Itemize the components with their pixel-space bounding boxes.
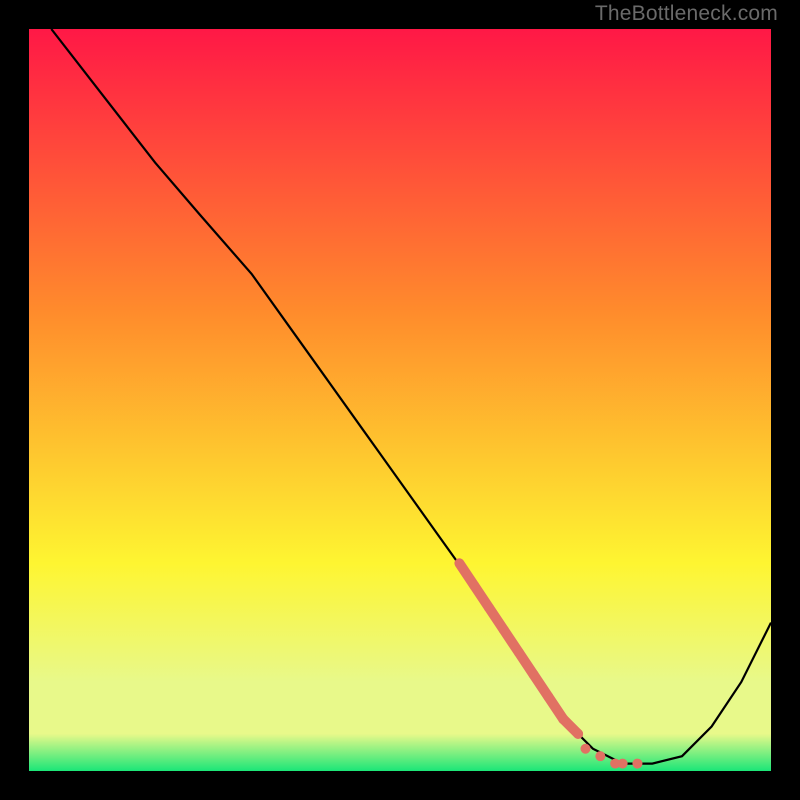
marker-dot bbox=[558, 714, 568, 724]
marker-dot bbox=[618, 759, 628, 769]
marker-dot bbox=[595, 751, 605, 761]
marker-dot bbox=[573, 729, 583, 739]
plot-canvas bbox=[29, 29, 771, 771]
gradient-background bbox=[29, 29, 771, 771]
marker-dot bbox=[581, 744, 591, 754]
watermark-text: TheBottleneck.com bbox=[595, 2, 778, 26]
marker-dot bbox=[632, 759, 642, 769]
chart-stage: TheBottleneck.com bbox=[0, 0, 800, 800]
